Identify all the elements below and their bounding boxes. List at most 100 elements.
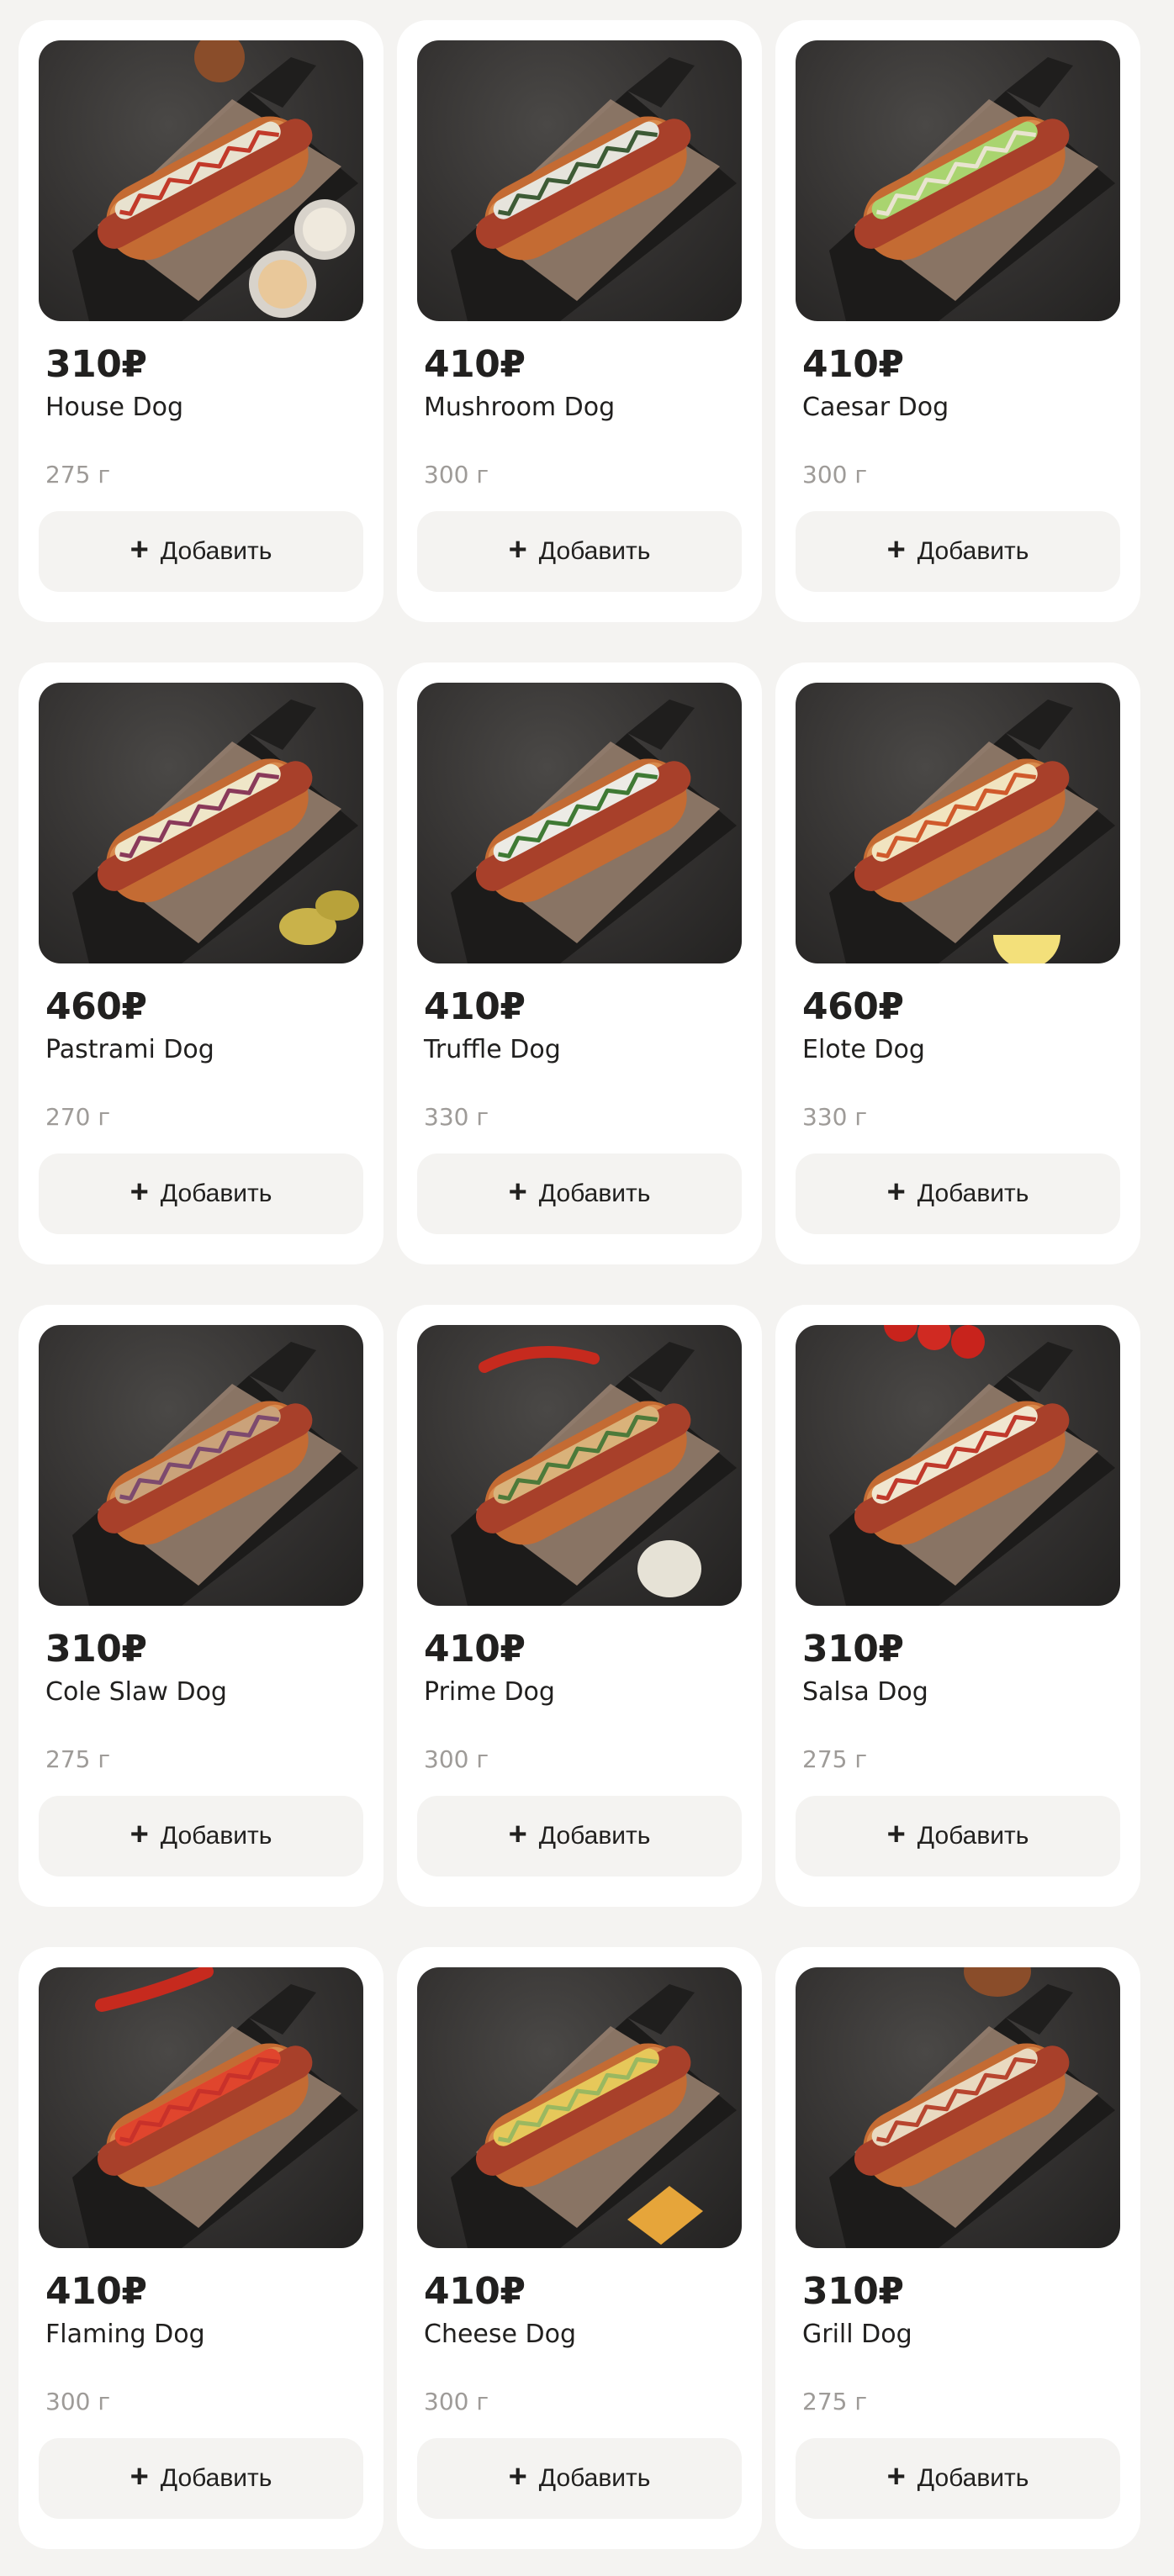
plus-icon: + — [130, 2459, 149, 2494]
product-name: Flaming Dog — [45, 2320, 205, 2349]
product-photo[interactable] — [39, 1967, 363, 2248]
product-price: 310₽ — [802, 2270, 904, 2313]
product-name: Cheese Dog — [424, 2320, 576, 2349]
product-photo[interactable] — [796, 40, 1120, 321]
add-button-label: Добавить — [538, 2464, 651, 2492]
plus-icon: + — [886, 1817, 906, 1852]
add-button-label: Добавить — [917, 1822, 1029, 1850]
plus-icon: + — [886, 2459, 906, 2494]
add-button[interactable]: + Добавить — [796, 1796, 1120, 1877]
add-button-label: Добавить — [160, 2464, 272, 2492]
product-card-salsa-dog[interactable]: 310₽ Salsa Dog 275 г + Добавить — [775, 1305, 1140, 1907]
add-button-label: Добавить — [160, 1180, 272, 1207]
hot-dog-illustration — [451, 1342, 737, 1606]
add-button[interactable]: + Добавить — [796, 2438, 1120, 2519]
add-button[interactable]: + Добавить — [39, 1796, 363, 1877]
product-price: 410₽ — [424, 2270, 526, 2313]
product-photo[interactable] — [417, 1325, 742, 1606]
plus-icon: + — [886, 532, 906, 567]
product-name: Salsa Dog — [802, 1677, 928, 1707]
hot-dog-illustration — [72, 1967, 358, 2248]
hot-dog-illustration — [829, 57, 1115, 321]
product-price: 310₽ — [802, 1628, 904, 1671]
product-card-cole-slaw-dog[interactable]: 310₽ Cole Slaw Dog 275 г + Добавить — [19, 1305, 383, 1907]
hot-dog-illustration — [72, 40, 358, 321]
product-weight: 275 г — [802, 2388, 868, 2415]
product-price: 410₽ — [424, 343, 526, 386]
product-card-grill-dog[interactable]: 310₽ Grill Dog 275 г + Добавить — [775, 1947, 1140, 2549]
hot-dog-illustration — [829, 1325, 1115, 1606]
product-name: Pastrami Dog — [45, 1035, 214, 1064]
add-button-label: Добавить — [538, 537, 651, 565]
product-weight: 300 г — [424, 1745, 489, 1773]
product-name: Cole Slaw Dog — [45, 1677, 227, 1707]
product-weight: 330 г — [424, 1103, 489, 1131]
product-name: Mushroom Dog — [424, 393, 616, 422]
product-card-caesar-dog[interactable]: 410₽ Caesar Dog 300 г + Добавить — [775, 20, 1140, 622]
add-button[interactable]: + Добавить — [39, 511, 363, 592]
plus-icon: + — [508, 2459, 527, 2494]
hot-dog-illustration — [451, 57, 737, 321]
add-button[interactable]: + Добавить — [796, 1153, 1120, 1234]
add-button[interactable]: + Добавить — [417, 1153, 742, 1234]
product-price: 460₽ — [802, 985, 904, 1028]
product-photo[interactable] — [796, 683, 1120, 963]
product-price: 460₽ — [45, 985, 147, 1028]
product-photo[interactable] — [39, 683, 363, 963]
plus-icon: + — [130, 1817, 149, 1852]
product-name: Prime Dog — [424, 1677, 555, 1707]
product-price: 410₽ — [802, 343, 904, 386]
product-photo[interactable] — [39, 40, 363, 321]
plus-icon: + — [508, 532, 527, 567]
product-name: Grill Dog — [802, 2320, 912, 2349]
product-price: 410₽ — [45, 2270, 147, 2313]
product-card-flaming-dog[interactable]: 410₽ Flaming Dog 300 г + Добавить — [19, 1947, 383, 2549]
product-photo[interactable] — [39, 1325, 363, 1606]
product-card-cheese-dog[interactable]: 410₽ Cheese Dog 300 г + Добавить — [397, 1947, 762, 2549]
product-photo[interactable] — [796, 1967, 1120, 2248]
product-weight: 300 г — [424, 461, 489, 488]
product-photo[interactable] — [417, 40, 742, 321]
add-button-label: Добавить — [917, 2464, 1029, 2492]
hot-dog-illustration — [451, 1984, 737, 2248]
add-button[interactable]: + Добавить — [39, 1153, 363, 1234]
plus-icon: + — [508, 1175, 527, 1210]
hot-dog-illustration — [72, 699, 359, 963]
product-photo[interactable] — [417, 683, 742, 963]
plus-icon: + — [508, 1817, 527, 1852]
product-weight: 270 г — [45, 1103, 111, 1131]
product-price: 310₽ — [45, 1628, 147, 1671]
add-button[interactable]: + Добавить — [417, 511, 742, 592]
add-button[interactable]: + Добавить — [796, 511, 1120, 592]
product-weight: 300 г — [802, 461, 868, 488]
product-photo[interactable] — [796, 1325, 1120, 1606]
add-button-label: Добавить — [160, 537, 272, 565]
product-weight: 300 г — [45, 2388, 111, 2415]
product-card-elote-dog[interactable]: 460₽ Elote Dog 330 г + Добавить — [775, 662, 1140, 1264]
product-price: 410₽ — [424, 985, 526, 1028]
product-grid: 310₽ House Dog 275 г + Добавить 410₽ Mus… — [19, 20, 1140, 2549]
add-button-label: Добавить — [538, 1822, 651, 1850]
hot-dog-illustration — [451, 699, 737, 963]
product-price: 410₽ — [424, 1628, 526, 1671]
add-button-label: Добавить — [538, 1180, 651, 1207]
product-weight: 275 г — [45, 461, 111, 488]
add-button-label: Добавить — [160, 1822, 272, 1850]
add-button[interactable]: + Добавить — [39, 2438, 363, 2519]
add-button[interactable]: + Добавить — [417, 2438, 742, 2519]
product-card-house-dog[interactable]: 310₽ House Dog 275 г + Добавить — [19, 20, 383, 622]
product-price: 310₽ — [45, 343, 147, 386]
product-name: House Dog — [45, 393, 184, 422]
add-button[interactable]: + Добавить — [417, 1796, 742, 1877]
product-weight: 275 г — [45, 1745, 111, 1773]
product-card-truffle-dog[interactable]: 410₽ Truffle Dog 330 г + Добавить — [397, 662, 762, 1264]
product-card-prime-dog[interactable]: 410₽ Prime Dog 300 г + Добавить — [397, 1305, 762, 1907]
product-photo[interactable] — [417, 1967, 742, 2248]
plus-icon: + — [130, 1175, 149, 1210]
product-card-mushroom-dog[interactable]: 410₽ Mushroom Dog 300 г + Добавить — [397, 20, 762, 622]
hot-dog-illustration — [829, 699, 1115, 963]
product-weight: 330 г — [802, 1103, 868, 1131]
product-card-pastrami-dog[interactable]: 460₽ Pastrami Dog 270 г + Добавить — [19, 662, 383, 1264]
plus-icon: + — [130, 532, 149, 567]
hot-dog-illustration — [72, 1342, 358, 1606]
